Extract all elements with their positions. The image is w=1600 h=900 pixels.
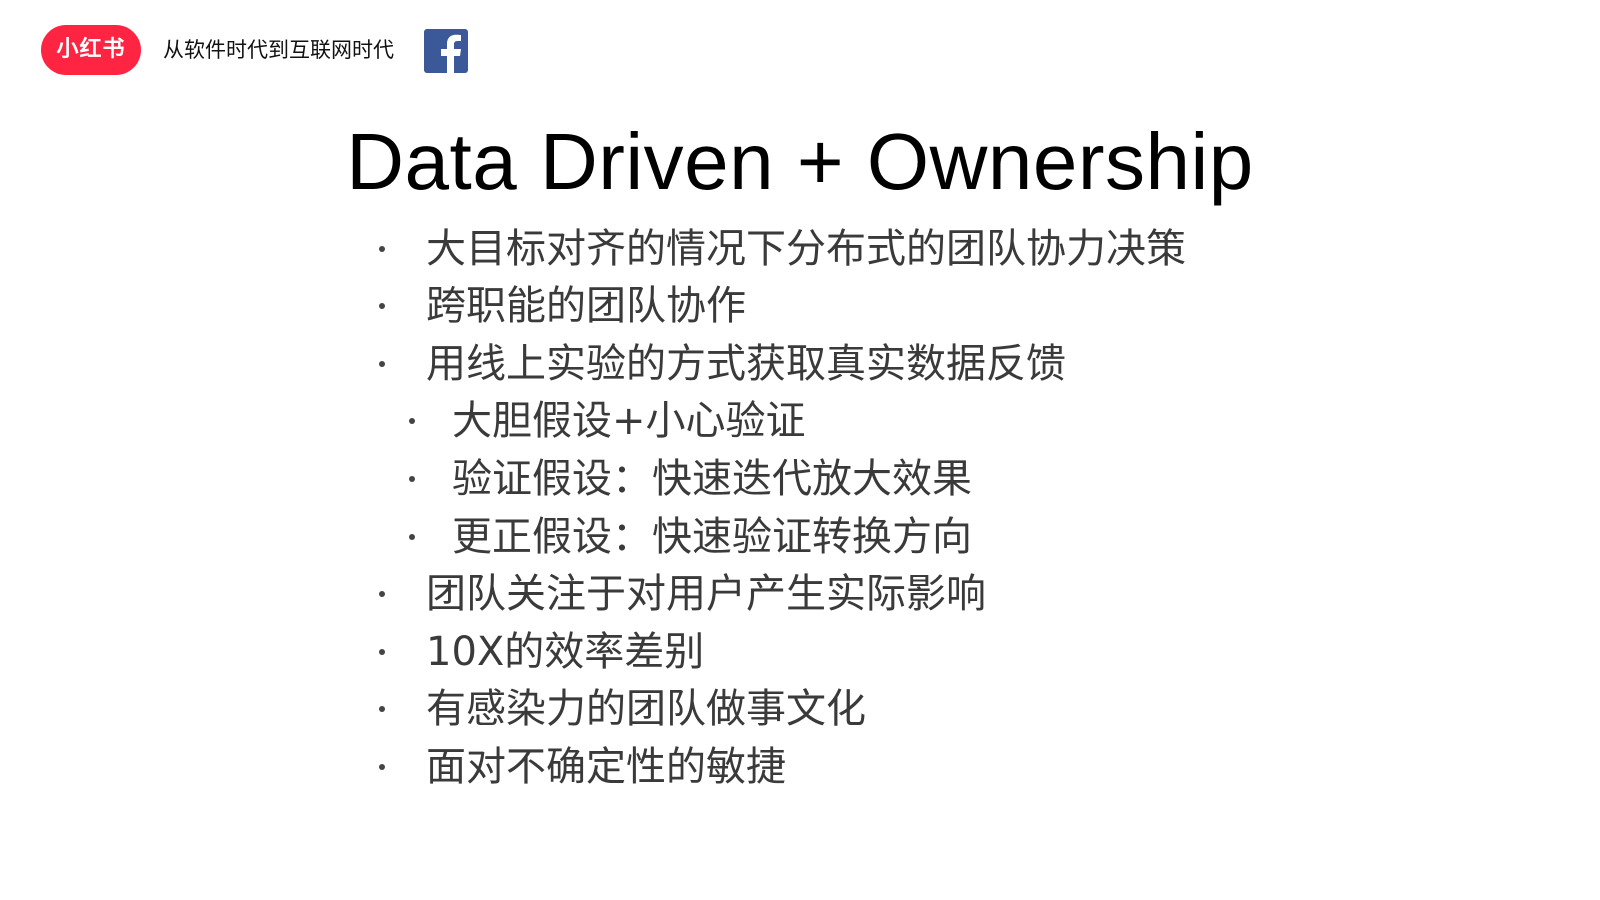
slide-title: Data Driven + Ownership (346, 117, 1254, 206)
bullet-dot-icon (379, 303, 385, 309)
bullet-text: 跨职能的团队协作 (426, 283, 746, 329)
bullet-text: 大目标对齐的情况下分布式的团队协力决策 (426, 226, 1186, 272)
bullet-text: 用线上实验的方式获取真实数据反馈 (426, 341, 1066, 387)
bullet-dot-icon (379, 246, 385, 252)
bullet-dot-icon (409, 418, 415, 424)
slide-subtitle: 从软件时代到互联网时代 (163, 38, 394, 62)
bullet-text: 面对不确定性的敏捷 (426, 744, 786, 790)
bullet-dot-icon (379, 649, 385, 655)
bullet-text: 团队关注于对用户产生实际影响 (426, 571, 986, 617)
bullet-text: 10X的效率差别 (426, 629, 705, 675)
bullet-text: 有感染力的团队做事文化 (426, 686, 866, 732)
bullet-dot-icon (409, 534, 415, 540)
facebook-icon (424, 29, 468, 73)
bullet-dot-icon (409, 476, 415, 482)
bullet-text: 大胆假设+小心验证 (452, 398, 806, 444)
bullet-dot-icon (379, 764, 385, 770)
bullet-dot-icon (379, 361, 385, 367)
bullet-text: 验证假设：快速迭代放大效果 (452, 456, 972, 502)
xiaohongshu-logo: 小红书 (41, 25, 141, 75)
bullet-text: 更正假设：快速验证转换方向 (452, 514, 972, 560)
bullet-dot-icon (379, 591, 385, 597)
bullet-dot-icon (379, 706, 385, 712)
